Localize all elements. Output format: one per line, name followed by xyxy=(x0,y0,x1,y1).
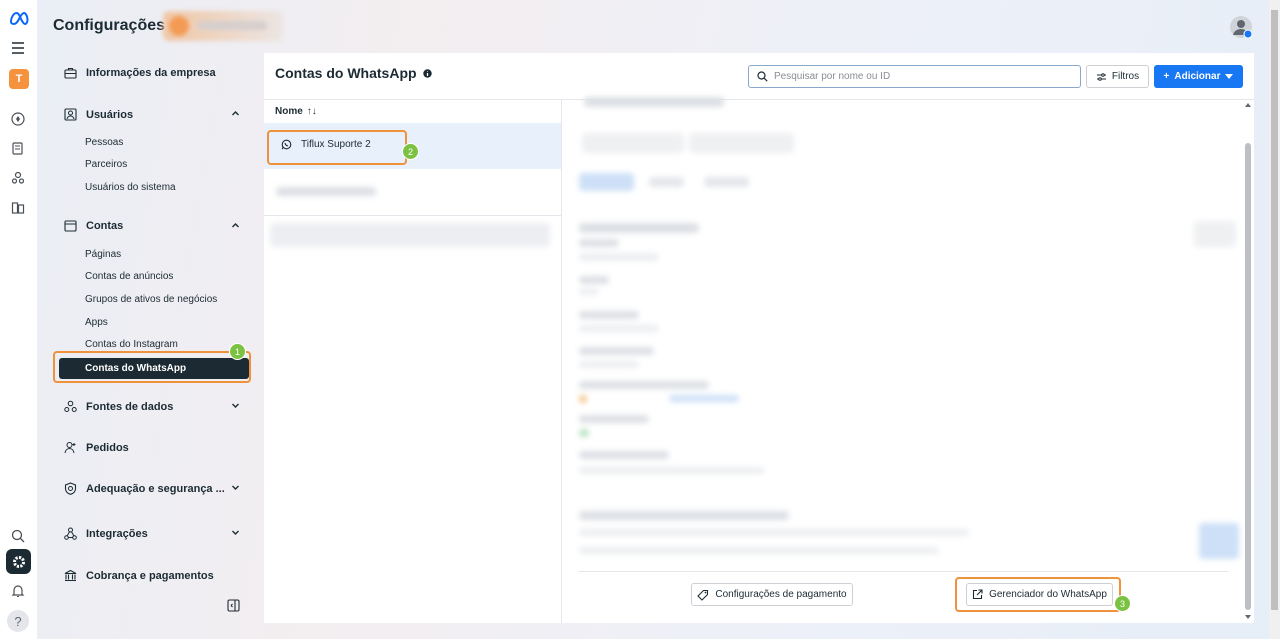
shield-icon xyxy=(64,482,77,495)
window-scrollbar-thumb[interactable] xyxy=(1271,10,1278,610)
whatsapp-accounts-panel: Contas do WhatsApp Pesquisar por nome ou… xyxy=(264,53,1254,623)
caret-down-icon xyxy=(1225,73,1234,79)
integrations-icon xyxy=(64,527,77,540)
catalog-icon[interactable] xyxy=(8,198,28,218)
panel-title: Contas do WhatsApp xyxy=(275,65,432,81)
settings-gear-button[interactable] xyxy=(6,549,31,574)
users-icon xyxy=(64,108,77,121)
left-rail: T ? xyxy=(0,0,37,639)
bell-icon[interactable] xyxy=(8,581,28,601)
info-icon[interactable] xyxy=(422,68,432,78)
settings-sidebar: Informações da empresa Usuários Pessoas … xyxy=(53,55,258,623)
sidebar-item-ad-accounts[interactable]: Contas de anúncios xyxy=(85,271,173,282)
sidebar-item-partners[interactable]: Parceiros xyxy=(85,159,127,170)
data-sources-icon xyxy=(64,400,77,412)
window-scrollbar[interactable] xyxy=(1269,0,1280,639)
tag-icon xyxy=(697,589,709,601)
chevron-down-icon xyxy=(232,485,239,490)
payment-settings-button[interactable]: Configurações de pagamento xyxy=(691,583,853,606)
sidebar-item-brand-safety[interactable]: Adequação e segurança ... xyxy=(64,482,240,495)
sidebar-item-integrations[interactable]: Integrações xyxy=(64,527,240,540)
annotation-badge-1: 1 xyxy=(229,343,246,360)
collapse-sidebar-icon[interactable] xyxy=(227,599,240,612)
sidebar-item-apps[interactable]: Apps xyxy=(85,317,108,328)
bank-icon xyxy=(64,569,77,582)
annotation-highlight-2 xyxy=(267,130,407,165)
blurred-account-row xyxy=(276,187,376,196)
plus-icon: + xyxy=(1163,71,1170,82)
annotation-highlight-1 xyxy=(53,351,251,383)
sidebar-item-pages[interactable]: Páginas xyxy=(85,249,121,260)
annotation-highlight-3 xyxy=(955,577,1121,612)
sidebar-item-requests[interactable]: Pedidos xyxy=(64,441,240,454)
gear-icon xyxy=(12,555,25,568)
annotation-badge-2: 2 xyxy=(402,143,419,160)
scroll-up-arrow-icon xyxy=(1245,103,1251,107)
filters-button[interactable]: Filtros xyxy=(1086,65,1149,88)
search-icon xyxy=(757,71,768,82)
sort-icon: ↑↓ xyxy=(306,106,317,117)
divider xyxy=(578,571,1228,572)
add-button[interactable]: + Adicionar xyxy=(1154,65,1243,88)
sidebar-item-billing[interactable]: Cobrança e pagamentos xyxy=(64,569,240,582)
divider xyxy=(264,99,1254,100)
page-title: Configurações xyxy=(53,17,166,34)
chevron-down-icon xyxy=(232,530,239,535)
search-input[interactable]: Pesquisar por nome ou ID xyxy=(748,65,1081,88)
chevron-down-icon xyxy=(232,403,239,408)
sidebar-item-accounts[interactable]: Contas xyxy=(64,220,240,232)
search-icon[interactable] xyxy=(8,526,28,546)
briefcase-icon xyxy=(64,67,77,79)
divider xyxy=(561,99,562,623)
meta-logo-icon[interactable] xyxy=(8,8,30,28)
sidebar-item-system-users[interactable]: Usuários do sistema xyxy=(85,182,176,193)
sidebar-item-data-sources[interactable]: Fontes de dados xyxy=(64,400,240,413)
scroll-down-arrow-icon xyxy=(1245,615,1251,619)
menu-icon[interactable] xyxy=(8,38,28,58)
sidebar-item-instagram[interactable]: Contas do Instagram xyxy=(85,339,178,350)
scrollbar-thumb[interactable] xyxy=(1245,143,1251,610)
chevron-up-icon xyxy=(232,223,239,228)
annotation-badge-3: 3 xyxy=(1114,595,1131,612)
compass-icon[interactable] xyxy=(8,109,28,129)
business-switcher[interactable] xyxy=(163,11,283,41)
person-add-icon xyxy=(64,442,76,454)
divider xyxy=(264,215,561,216)
people-icon[interactable] xyxy=(8,168,28,188)
filter-sliders-icon xyxy=(1096,72,1106,81)
chevron-up-icon xyxy=(232,111,239,116)
sidebar-item-users[interactable]: Usuários xyxy=(64,108,240,121)
blurred-account-row xyxy=(270,223,550,247)
pages-icon[interactable] xyxy=(8,138,28,158)
column-header-name[interactable]: Nome ↑↓ xyxy=(275,106,317,117)
sidebar-item-business-info[interactable]: Informações da empresa xyxy=(64,67,240,79)
sidebar-item-people[interactable]: Pessoas xyxy=(85,137,123,148)
sidebar-item-asset-groups[interactable]: Grupos de ativos de negócios xyxy=(85,294,217,305)
folder-icon xyxy=(64,220,77,232)
user-avatar[interactable] xyxy=(1230,16,1252,38)
help-button[interactable]: ? xyxy=(7,610,29,632)
business-avatar[interactable]: T xyxy=(9,69,29,89)
